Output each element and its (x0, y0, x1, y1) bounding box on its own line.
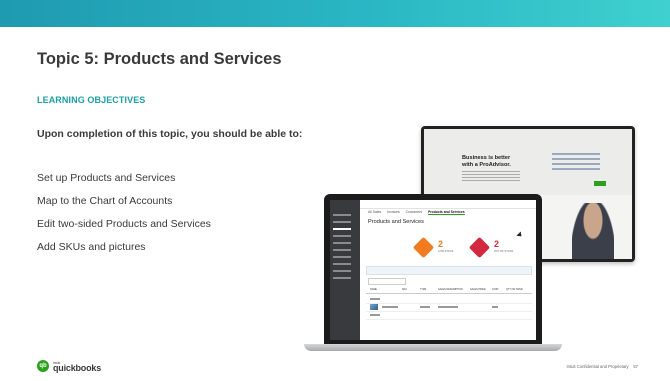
confidential-label: Intuit Confidential and Proprietary (566, 364, 629, 369)
col-sales-description: SALES DESCRIPTION (438, 288, 463, 291)
quickbooks-logo: qb intuit quickbooks (37, 359, 101, 373)
col-sku: SKU (402, 288, 407, 291)
tab-invoices: Invoices (387, 210, 400, 214)
monitor-headline: Business is better with a ProAdvisor. (462, 155, 511, 168)
laptop-base (304, 344, 562, 351)
out-of-stock-icon (468, 236, 491, 259)
monitor-paragraph (462, 171, 520, 181)
objective-item: Map to the Chart of Accounts (37, 195, 173, 207)
out-of-stock-label: OUT OF STOCK (494, 250, 514, 253)
low-stock-value: 2 (438, 239, 444, 249)
products-table-header: NAME SKU TYPE SALES DESCRIPTION SALES PR… (366, 288, 532, 294)
app-search-box (368, 278, 406, 285)
objective-item: Add SKUs and pictures (37, 241, 146, 253)
objectives-list: Set up Products and Services Map to the … (37, 171, 211, 263)
slide: Topic 5: Products and Services LEARNING … (0, 0, 670, 381)
footer-text: Intuit Confidential and Proprietary 57 (567, 364, 639, 369)
app-sidebar (330, 200, 360, 340)
tab-all-sales: All Sales (368, 210, 382, 214)
col-qty-on-hand: QTY ON HAND (506, 288, 523, 291)
col-sales-price: SALES PRICE (470, 288, 486, 291)
table-row (366, 311, 532, 320)
app-topbar (360, 200, 536, 209)
tab-products-and-services: Products and Services (428, 210, 465, 215)
monitor-list (552, 153, 612, 173)
logo-text: quickbooks (53, 363, 102, 373)
app-page-title: Products and Services (368, 219, 424, 225)
tab-customers: Customers (405, 210, 423, 214)
header-band (0, 0, 670, 30)
laptop-screen: All Sales Invoices Customers Products an… (330, 200, 536, 340)
low-stock-icon (412, 236, 435, 259)
objective-item: Edit two-sided Products and Services (37, 218, 211, 230)
intro-text: Upon completion of this topic, you shoul… (37, 128, 303, 140)
section-heading: LEARNING OBJECTIVES (37, 95, 146, 105)
low-stock-label: LOW STOCK (438, 250, 454, 253)
person-photo (572, 203, 614, 259)
app-tabs: All Sales Invoices Customers Products an… (368, 210, 465, 215)
col-name: NAME (370, 288, 377, 291)
col-type: TYPE (420, 288, 427, 291)
monitor-button (594, 181, 606, 186)
page-number: 57 (633, 364, 638, 369)
quickbooks-logo-icon: qb (37, 360, 49, 372)
slide-title: Topic 5: Products and Services (37, 50, 282, 68)
objective-item: Set up Products and Services (37, 172, 176, 184)
col-cost: COST (492, 288, 499, 291)
info-banner (366, 266, 532, 275)
out-of-stock-value: 2 (494, 239, 500, 249)
